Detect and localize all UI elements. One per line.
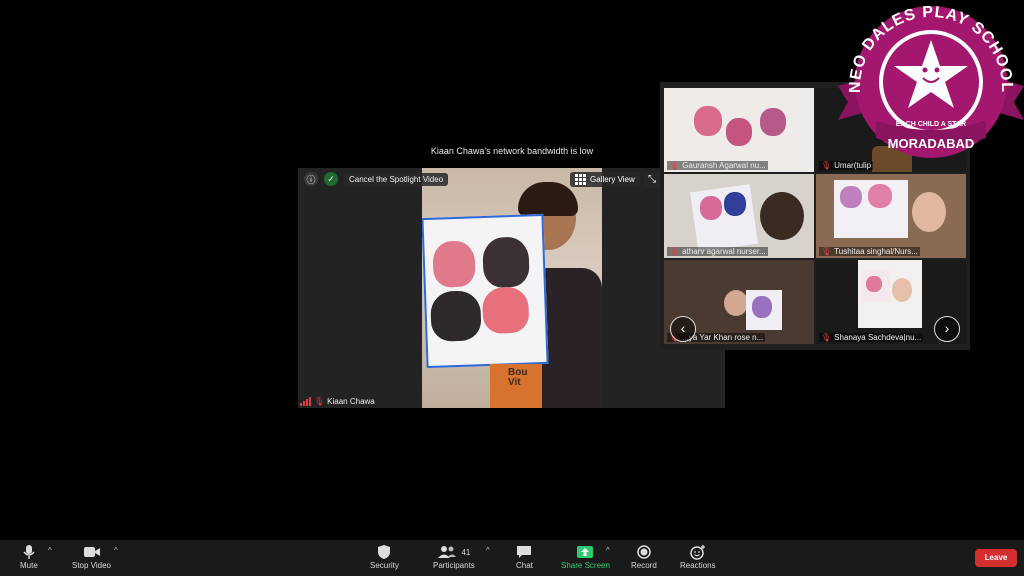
- participant-face: [912, 192, 946, 232]
- security-label: Security: [370, 561, 399, 570]
- tile-name-tag: 🎙 Tushitaa singhal/Nurs...: [819, 247, 920, 256]
- handprint-dark: [482, 236, 530, 289]
- participant-face: [724, 290, 748, 316]
- participants-options-caret-icon[interactable]: ^: [486, 546, 490, 555]
- cancel-spotlight-button[interactable]: Cancel the Spotlight Video: [344, 172, 449, 186]
- mic-muted-icon: 🎙: [669, 161, 680, 170]
- participants-button[interactable]: 41 Participants: [433, 543, 475, 570]
- shield-icon: [377, 543, 391, 561]
- reactions-button[interactable]: Reactions: [680, 543, 716, 570]
- participant-name: Umar(tulip: [834, 161, 872, 170]
- mic-muted-icon: 🎙: [821, 333, 832, 342]
- info-icon[interactable]: ⓘ: [304, 172, 318, 186]
- participant-name: Gauransh Agarwal nu...: [682, 161, 766, 170]
- share-options-caret-icon[interactable]: ^: [606, 546, 610, 555]
- gallery-view-label: Gallery View: [590, 175, 635, 184]
- video-options-caret-icon[interactable]: ^: [114, 546, 118, 555]
- handprint-artwork: [422, 213, 549, 369]
- participants-count: 41: [461, 547, 471, 557]
- mic-muted-icon: 🎙: [821, 247, 832, 256]
- handprint: [726, 118, 752, 146]
- tile-name-tag: 🎙 Shanaya Sachdeva|nu...: [819, 333, 924, 342]
- exit-fullscreen-icon[interactable]: ⤡: [644, 172, 660, 188]
- book-cover: Bou Vit: [490, 364, 542, 408]
- artwork-paper: [690, 184, 758, 252]
- spotlight-topbar: ⓘ ✓ Cancel the Spotlight Video: [304, 172, 449, 186]
- handprint: [700, 196, 722, 220]
- chat-bubble-icon: [516, 543, 532, 561]
- tile-name-tag: 🎙 Gauransh Agarwal nu...: [667, 161, 768, 170]
- tile-name-tag: 🎙 Umar(tulip: [819, 161, 874, 170]
- record-label: Record: [631, 561, 657, 570]
- participant-hair: [518, 182, 578, 216]
- school-tagline: EACH CHILD A STAR: [896, 121, 966, 128]
- smiley-reaction-icon: [690, 543, 706, 561]
- handprint: [840, 186, 862, 208]
- handprint: [760, 108, 786, 136]
- spotlight-video-feed: Bou Vit: [422, 168, 602, 408]
- gallery-tile[interactable]: 🎙 Gauransh Agarwal nu...: [664, 88, 814, 172]
- reactions-label: Reactions: [680, 561, 716, 570]
- handprint: [752, 296, 772, 318]
- mic-muted-icon: 🎙: [821, 161, 832, 170]
- record-button[interactable]: Record: [631, 543, 657, 570]
- participant-name: Tushitaa singhal/Nurs...: [834, 247, 918, 256]
- mic-muted-icon: 🎙: [669, 247, 680, 256]
- video-camera-icon: [83, 543, 101, 561]
- gallery-view-button[interactable]: Gallery View: [570, 172, 640, 187]
- stop-video-button[interactable]: Stop Video: [72, 543, 111, 570]
- handprint: [694, 106, 722, 136]
- signal-bars-icon: [300, 397, 311, 406]
- mute-label: Mute: [20, 561, 38, 570]
- participant-name: Shanaya Sachdeva|nu...: [834, 333, 922, 342]
- share-screen-button[interactable]: Share Screen: [561, 543, 610, 570]
- chat-label: Chat: [516, 561, 533, 570]
- participants-icon: 41: [437, 543, 470, 561]
- tile-name-tag: 🎙 atharv agarwal nurser...: [667, 247, 768, 256]
- school-logo: NEO DALES PLAY SCHOOL EACH CHILD A STAR …: [838, 4, 1024, 158]
- handprint-dark-2: [429, 290, 482, 342]
- share-screen-label: Share Screen: [561, 561, 610, 570]
- spotlight-name-tag: 🎙 Kiaan Chawa: [300, 397, 375, 406]
- meeting-toolbar: Mute ^ Stop Video ^ Security 41 Particip…: [0, 540, 1024, 576]
- chat-button[interactable]: Chat: [516, 543, 533, 570]
- participant-face: [892, 278, 912, 302]
- book-title: Bou Vit: [508, 367, 528, 388]
- handprint: [866, 276, 882, 292]
- participant-face: [760, 192, 804, 240]
- gallery-tile[interactable]: 🎙 atharv agarwal nurser...: [664, 174, 814, 258]
- participant-name: atharv agarwal nurser...: [682, 247, 766, 256]
- microphone-icon: [23, 543, 35, 561]
- mic-muted-icon: 🎙: [314, 397, 325, 406]
- mute-button[interactable]: Mute: [20, 543, 38, 570]
- school-city: MORADABAD: [888, 136, 975, 151]
- gallery-tile[interactable]: 🎙 Tushitaa singhal/Nurs...: [816, 174, 966, 258]
- handprint: [724, 192, 746, 216]
- stop-video-label: Stop Video: [72, 561, 111, 570]
- grid-icon: [575, 174, 586, 185]
- next-page-button[interactable]: ›: [934, 316, 960, 342]
- prev-page-button[interactable]: ‹: [670, 316, 696, 342]
- handprint-pink-2: [481, 286, 530, 335]
- record-icon: [637, 543, 651, 561]
- handprint-pink: [432, 240, 476, 288]
- encryption-shield-icon[interactable]: ✓: [324, 172, 338, 186]
- share-screen-icon: [576, 543, 594, 561]
- handprint: [868, 184, 892, 208]
- participants-label: Participants: [433, 561, 475, 570]
- spotlight-participant-name: Kiaan Chawa: [327, 397, 375, 406]
- security-button[interactable]: Security: [370, 543, 399, 570]
- audio-options-caret-icon[interactable]: ^: [48, 546, 52, 555]
- leave-button[interactable]: Leave: [975, 549, 1017, 567]
